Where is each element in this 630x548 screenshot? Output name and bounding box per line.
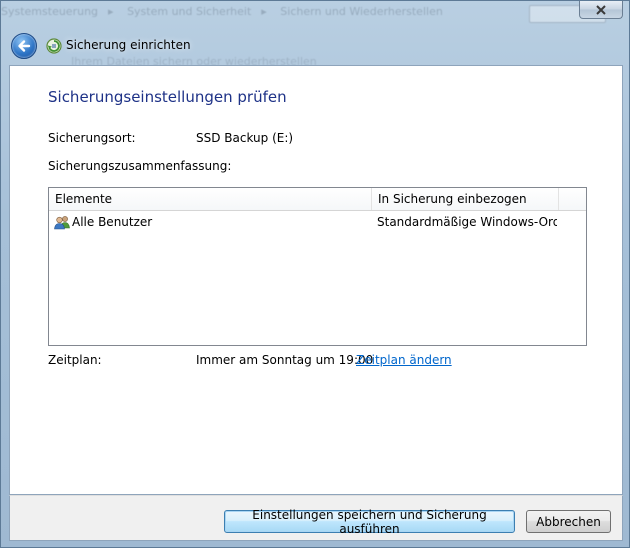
back-button[interactable] — [11, 33, 37, 59]
cancel-button[interactable]: Abbrechen — [526, 510, 611, 533]
users-icon — [54, 216, 70, 230]
row-item-name: Alle Benutzer — [72, 215, 153, 229]
button-bar: Einstellungen speichern und Sicherung au… — [9, 495, 623, 541]
column-divider[interactable] — [558, 188, 559, 210]
window-frame: Systemsteuerung ▸ System und Sicherheit ▸ … — [0, 0, 630, 548]
backup-location-value: SSD Backup (E:) — [196, 131, 294, 145]
schedule-value: Immer am Sonntag um 19:00 — [196, 353, 374, 367]
back-arrow-icon — [18, 40, 31, 52]
table-row[interactable]: Alle Benutzer Standardmäßige Windows-Ord… — [49, 211, 586, 233]
close-icon — [596, 4, 606, 15]
row-included-value: Standardmäßige Windows-Ord... — [377, 215, 557, 229]
summary-label: Sicherungszusammenfassung: — [48, 159, 232, 173]
change-schedule-link[interactable]: Zeitplan ändern — [356, 353, 452, 367]
background-breadcrumb: Systemsteuerung ▸ System und Sicherheit ▸ … — [1, 5, 443, 18]
close-button[interactable] — [579, 1, 623, 19]
save-and-run-button[interactable]: Einstellungen speichern und Sicherung au… — [224, 508, 515, 536]
list-header: Elemente In Sicherung einbezogen — [49, 188, 586, 211]
schedule-label: Zeitplan: — [48, 353, 102, 367]
backup-icon — [46, 38, 62, 54]
page-title: Sicherungseinstellungen prüfen — [48, 88, 287, 106]
content-pane: Sicherungseinstellungen prüfen Sicherung… — [9, 65, 623, 495]
column-header-items[interactable]: Elemente — [49, 188, 371, 210]
backup-location-label: Sicherungsort: — [48, 131, 136, 145]
window-title: Sicherung einrichten — [66, 38, 191, 52]
summary-list[interactable]: Elemente In Sicherung einbezogen Alle Be… — [48, 187, 587, 346]
column-header-included[interactable]: In Sicherung einbezogen — [372, 188, 558, 210]
